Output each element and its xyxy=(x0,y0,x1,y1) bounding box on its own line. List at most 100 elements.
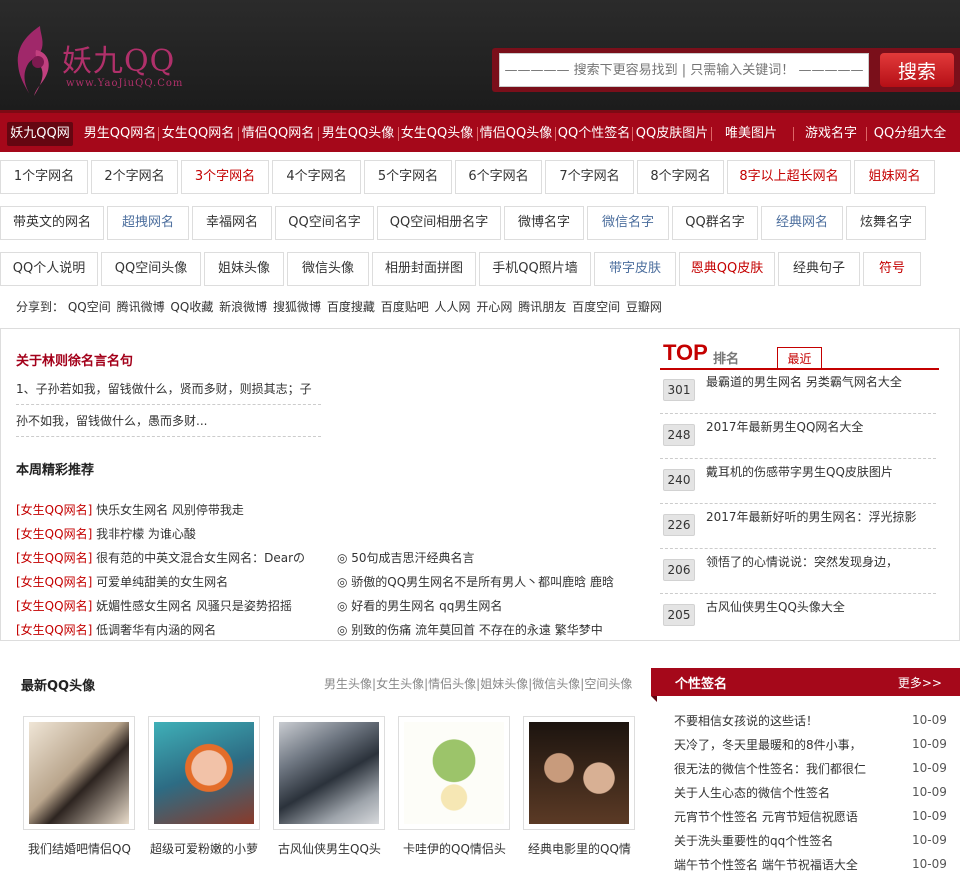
nav-item-female-names[interactable]: 女生QQ网名 xyxy=(160,122,236,146)
signature-link[interactable]: 很无法的微信个性签名：我们都很仁 xyxy=(674,760,866,777)
tag-link[interactable]: QQ空间相册名字 xyxy=(377,206,501,240)
avatar-thumbnail[interactable] xyxy=(273,716,385,830)
tag-link[interactable]: 2个字网名 xyxy=(91,160,178,194)
recommend-category[interactable]: [女生QQ网名] xyxy=(16,527,92,541)
logo-text[interactable]: 妖九QQ xyxy=(62,36,175,80)
tag-link[interactable]: 5个字网名 xyxy=(364,160,452,194)
nav-item-game-names[interactable]: 游戏名字 xyxy=(800,122,862,146)
tag-link[interactable]: 3个字网名 xyxy=(181,160,269,194)
search-input[interactable] xyxy=(499,53,869,87)
tag-link[interactable]: 6个字网名 xyxy=(455,160,542,194)
recommend-category[interactable]: [女生QQ网名] xyxy=(16,575,92,589)
rank-item[interactable]: 205 古风仙侠男生QQ头像大全 xyxy=(660,594,936,639)
tag-link[interactable]: 微博名字 xyxy=(504,206,584,240)
rank-title[interactable]: 2017年最新好听的男生网名：浮光掠影 xyxy=(706,508,917,525)
recommend-category[interactable]: [女生QQ网名] xyxy=(16,599,92,613)
rank-item[interactable]: 226 2017年最新好听的男生网名：浮光掠影 xyxy=(660,504,936,549)
tag-link[interactable]: 相册封面拼图 xyxy=(372,252,476,286)
cartoon-cactus-image[interactable] xyxy=(404,722,504,824)
avatar-category-link[interactable]: 女生头像 xyxy=(376,677,424,691)
tag-link[interactable]: 8字以上超长网名 xyxy=(727,160,851,194)
recommend-item[interactable]: [女生QQ网名] 很有范的中英文混合女生网名：Dearの xyxy=(16,549,305,566)
avatar-category-link[interactable]: 姐妹头像 xyxy=(480,677,528,691)
tag-link[interactable]: 经典网名 xyxy=(761,206,843,240)
signature-link[interactable]: 元宵节个性签名 元宵节短信祝愿语 xyxy=(674,808,858,825)
signature-link[interactable]: 天冷了，冬天里最暖和的8件小事， xyxy=(674,736,862,753)
nav-item-skins[interactable]: QQ皮肤图片 xyxy=(634,122,710,146)
logo-woman-silhouette-icon[interactable] xyxy=(10,24,58,100)
avatar-thumbnail[interactable] xyxy=(398,716,510,830)
nav-item-male-names[interactable]: 男生QQ网名 xyxy=(82,122,158,146)
recommend-text[interactable]: 我非柠檬 为谁心酸 xyxy=(96,527,196,541)
rank-title[interactable]: 领悟了的心情说说：突然发现身边， xyxy=(706,553,898,570)
rank-item[interactable]: 206 领悟了的心情说说：突然发现身边， xyxy=(660,549,936,594)
tag-link[interactable]: 1个字网名 xyxy=(0,160,88,194)
share-link[interactable]: 新浪微博 xyxy=(219,300,267,314)
share-link[interactable]: 百度搜藏 xyxy=(327,300,375,314)
more-link[interactable]: 更多>> xyxy=(898,674,942,691)
tag-link[interactable]: 幸福网名 xyxy=(192,206,272,240)
recommend-link[interactable]: ◎ 50句成吉思汗经典名言 xyxy=(337,549,475,566)
tag-link[interactable]: 超拽网名 xyxy=(107,206,189,240)
nav-item-signatures[interactable]: QQ个性签名 xyxy=(557,122,631,146)
avatar-caption[interactable]: 经典电影里的QQ情 xyxy=(528,840,631,857)
recommend-category[interactable]: [女生QQ网名] xyxy=(16,551,92,565)
recommend-link[interactable]: ◎ 别致的伤痛 流年莫回首 不存在的永遠 繁华梦中 xyxy=(337,621,603,638)
avatar-category-link[interactable]: 空间头像 xyxy=(584,677,632,691)
tag-link[interactable]: 微信名字 xyxy=(587,206,669,240)
nav-item-groups[interactable]: QQ分组大全 xyxy=(870,122,950,146)
share-link[interactable]: 腾讯微博 xyxy=(117,300,165,314)
signature-link[interactable]: 关于洗头重要性的qq个性签名 xyxy=(674,832,833,849)
article-title[interactable]: 关于林则徐名言名句 xyxy=(16,350,133,369)
wedding-couple-image[interactable] xyxy=(29,722,129,824)
recommend-text[interactable]: 可爱单纯甜美的女生网名 xyxy=(96,575,228,589)
avatar-caption[interactable]: 超级可爱粉嫩的小萝 xyxy=(150,840,258,857)
share-link[interactable]: 搜狐微博 xyxy=(273,300,321,314)
recommend-text[interactable]: 快乐女生网名 风别停带我走 xyxy=(96,503,244,517)
signature-link[interactable]: 不要相信女孩说的这些话！ xyxy=(674,712,818,729)
tag-link[interactable]: 带字皮肤 xyxy=(594,252,676,286)
share-link[interactable]: 百度空间 xyxy=(572,300,620,314)
tag-link[interactable]: QQ个人说明 xyxy=(0,252,98,286)
recommend-text[interactable]: 很有范的中英文混合女生网名：Dearの xyxy=(96,551,305,565)
avatar-thumbnail[interactable] xyxy=(523,716,635,830)
ink-warrior-image[interactable] xyxy=(279,722,379,824)
tag-link[interactable]: QQ群名字 xyxy=(672,206,758,240)
tag-link[interactable]: 微信头像 xyxy=(287,252,369,286)
recommend-item[interactable]: [女生QQ网名] 可爱单纯甜美的女生网名 xyxy=(16,573,228,590)
tag-link[interactable]: 姐妹网名 xyxy=(854,160,935,194)
rank-item[interactable]: 301 最霸道的男生网名 另类霸气网名大全 xyxy=(660,369,936,414)
recommend-item[interactable]: [女生QQ网名] 低调奢华有内涵的网名 xyxy=(16,621,216,638)
recommend-text[interactable]: 低调奢华有内涵的网名 xyxy=(96,623,216,637)
tag-link[interactable]: 符号 xyxy=(863,252,921,286)
avatar-thumbnail[interactable] xyxy=(23,716,135,830)
share-link[interactable]: QQ空间 xyxy=(68,300,111,314)
tag-link[interactable]: 带英文的网名 xyxy=(0,206,104,240)
avatar-thumbnail[interactable] xyxy=(148,716,260,830)
rank-title[interactable]: 最霸道的男生网名 另类霸气网名大全 xyxy=(706,373,902,390)
nav-item-male-avatars[interactable]: 男生QQ头像 xyxy=(320,122,396,146)
nav-item-couple-names[interactable]: 情侣QQ网名 xyxy=(240,122,316,146)
recommend-link[interactable]: ◎ 骄傲的QQ男生网名不是所有男人丶都叫鹿晗 鹿晗 xyxy=(337,573,614,590)
signature-link[interactable]: 端午节个性签名 端午节祝福语大全 xyxy=(674,856,858,873)
share-link[interactable]: 腾讯朋友 xyxy=(518,300,566,314)
nav-item-female-avatars[interactable]: 女生QQ头像 xyxy=(399,122,475,146)
share-link[interactable]: 开心网 xyxy=(476,300,512,314)
share-link[interactable]: 百度贴吧 xyxy=(381,300,429,314)
nav-item-couple-avatars[interactable]: 情侣QQ头像 xyxy=(478,122,554,146)
cute-girl-image[interactable] xyxy=(154,722,254,824)
avatar-category-link[interactable]: 微信头像 xyxy=(532,677,580,691)
rank-item[interactable]: 248 2017年最新男生QQ网名大全 xyxy=(660,414,936,459)
rank-title[interactable]: 2017年最新男生QQ网名大全 xyxy=(706,418,863,435)
tag-link[interactable]: 经典句子 xyxy=(778,252,860,286)
recommend-text[interactable]: 妩媚性感女生网名 风骚只是姿势招摇 xyxy=(96,599,292,613)
tag-link[interactable]: 7个字网名 xyxy=(545,160,634,194)
tag-link[interactable]: 恩典QQ皮肤 xyxy=(679,252,775,286)
movie-couple-image[interactable] xyxy=(529,722,629,824)
tag-link[interactable]: 炫舞名字 xyxy=(846,206,926,240)
tag-link[interactable]: 8个字网名 xyxy=(637,160,724,194)
signature-link[interactable]: 关于人生心态的微信个性签名 xyxy=(674,784,830,801)
nav-item-home[interactable]: 妖九QQ网 xyxy=(7,122,73,146)
tag-link[interactable]: 手机QQ照片墙 xyxy=(479,252,591,286)
avatar-caption[interactable]: 古风仙侠男生QQ头 xyxy=(278,840,381,857)
